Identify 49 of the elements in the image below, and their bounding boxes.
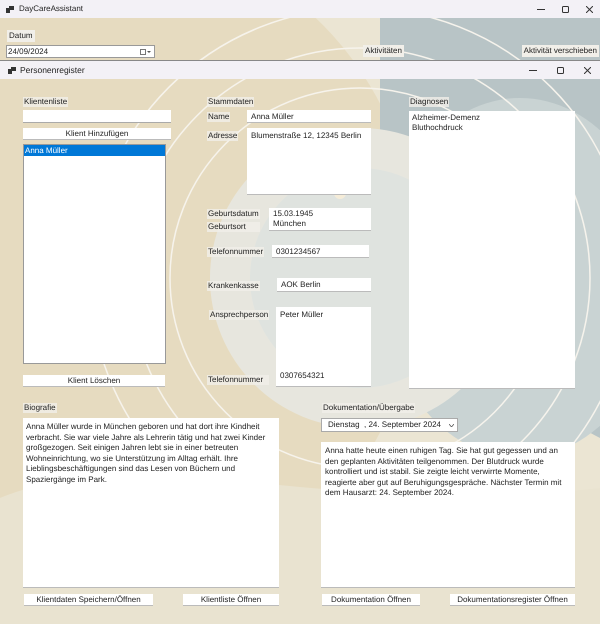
field-label: Stammdaten [207, 97, 254, 107]
open-client-list-button[interactable]: Klientliste Öffnen [183, 594, 279, 606]
date-field[interactable]: 24/09/2024 [6, 45, 155, 58]
delete-client-button[interactable]: Klient Löschen [23, 375, 165, 387]
diagnosis-item[interactable]: Alzheimer-Demenz [412, 113, 572, 123]
section-label: Biografie [23, 403, 57, 413]
close-icon[interactable] [584, 66, 591, 74]
client-list-item[interactable]: Anna Müller [24, 145, 165, 156]
phone-field[interactable]: 0301234567 [272, 245, 369, 258]
section-label: Dokumentation/Übergabe [322, 403, 416, 413]
add-client-button[interactable]: Klient Hinzufügen [23, 128, 171, 140]
field-label: Geburtsdatum [207, 209, 260, 219]
field-label: Telefonnummer [207, 375, 270, 385]
documentation-register-button[interactable]: Dokumentationsregister Öffnen [450, 594, 575, 606]
window-title: DayCareAssistant [19, 3, 84, 15]
window-title: Personenregister [20, 64, 85, 76]
activities-label: Aktivitäten [363, 45, 404, 57]
maximize-icon[interactable] [562, 6, 569, 12]
name-field[interactable]: Anna Müller [247, 110, 371, 123]
biography-text-area[interactable]: Anna Müller wurde in München geboren und hat dort ihre Kindheit verbracht. Sie war viele Jahre als Lehrerin tätig und hat zwei Kinder großgezogen. Seit einigen Jahren lebt sie in einer betreuten Wohneinrichtung, wo sie Unterstützung im Alltag erhält. Ihre Lieblingsbeschäftigungen sind das Lesen von Büchern und Spaziergänge im Park. [23, 418, 279, 588]
move-activity-label: Aktivität verschieben [522, 45, 599, 57]
field-label: Krankenkasse [207, 281, 260, 291]
date-picker[interactable]: Dienstag , 24. September 2024 [321, 418, 458, 432]
field-label: Name [207, 112, 230, 122]
field-label: Ansprechperson [209, 310, 270, 320]
save-client-data-button[interactable]: Klientdaten Speichern/Öffnen [24, 594, 153, 606]
field-label: Geburtsort [207, 222, 260, 232]
close-icon[interactable] [586, 6, 593, 12]
section-label: Diagnosen [409, 97, 450, 107]
birth-field[interactable]: 15.03.1945 München [269, 208, 371, 231]
open-documentation-button[interactable]: Dokumentation Öffnen [322, 594, 420, 606]
app-icon [6, 6, 14, 12]
date-label: Datum [7, 30, 35, 42]
search-field[interactable] [23, 110, 171, 123]
client-list[interactable]: Anna Müller [23, 144, 166, 364]
diagnoses-list[interactable]: Alzheimer-Demenz Bluthochdruck [409, 111, 575, 389]
address-field[interactable]: Blumenstraße 12, 12345 Berlin [247, 128, 371, 195]
calendar-dropdown-icon[interactable] [140, 48, 151, 54]
app-icon [8, 66, 16, 74]
section-label: Klientenliste [23, 97, 68, 107]
documentation-text-area[interactable]: Anna hatte heute einen ruhigen Tag. Sie hat gut gegessen und an den geplanten Aktivitäten teilgenommen. Der Blutdruck wurde kontrolliert und ist stabil. Sie zeigte leicht verwirrte Momente, reagierte aber gut auf Beruhigungsgespräche. Nächster Termin mit dem Hausarzt: 24. September 2024. [321, 442, 575, 588]
field-label: Telefonnummer [207, 247, 264, 257]
maximize-icon[interactable] [557, 66, 564, 74]
insurance-field[interactable]: AOK Berlin [277, 278, 371, 292]
minimize-icon[interactable] [537, 8, 545, 10]
contact-field[interactable]: Peter Müller 0307654321 [276, 307, 371, 387]
chevron-down-icon[interactable] [449, 424, 454, 426]
diagnosis-item[interactable]: Bluthochdruck [412, 123, 572, 133]
field-label: Adresse [207, 131, 238, 141]
